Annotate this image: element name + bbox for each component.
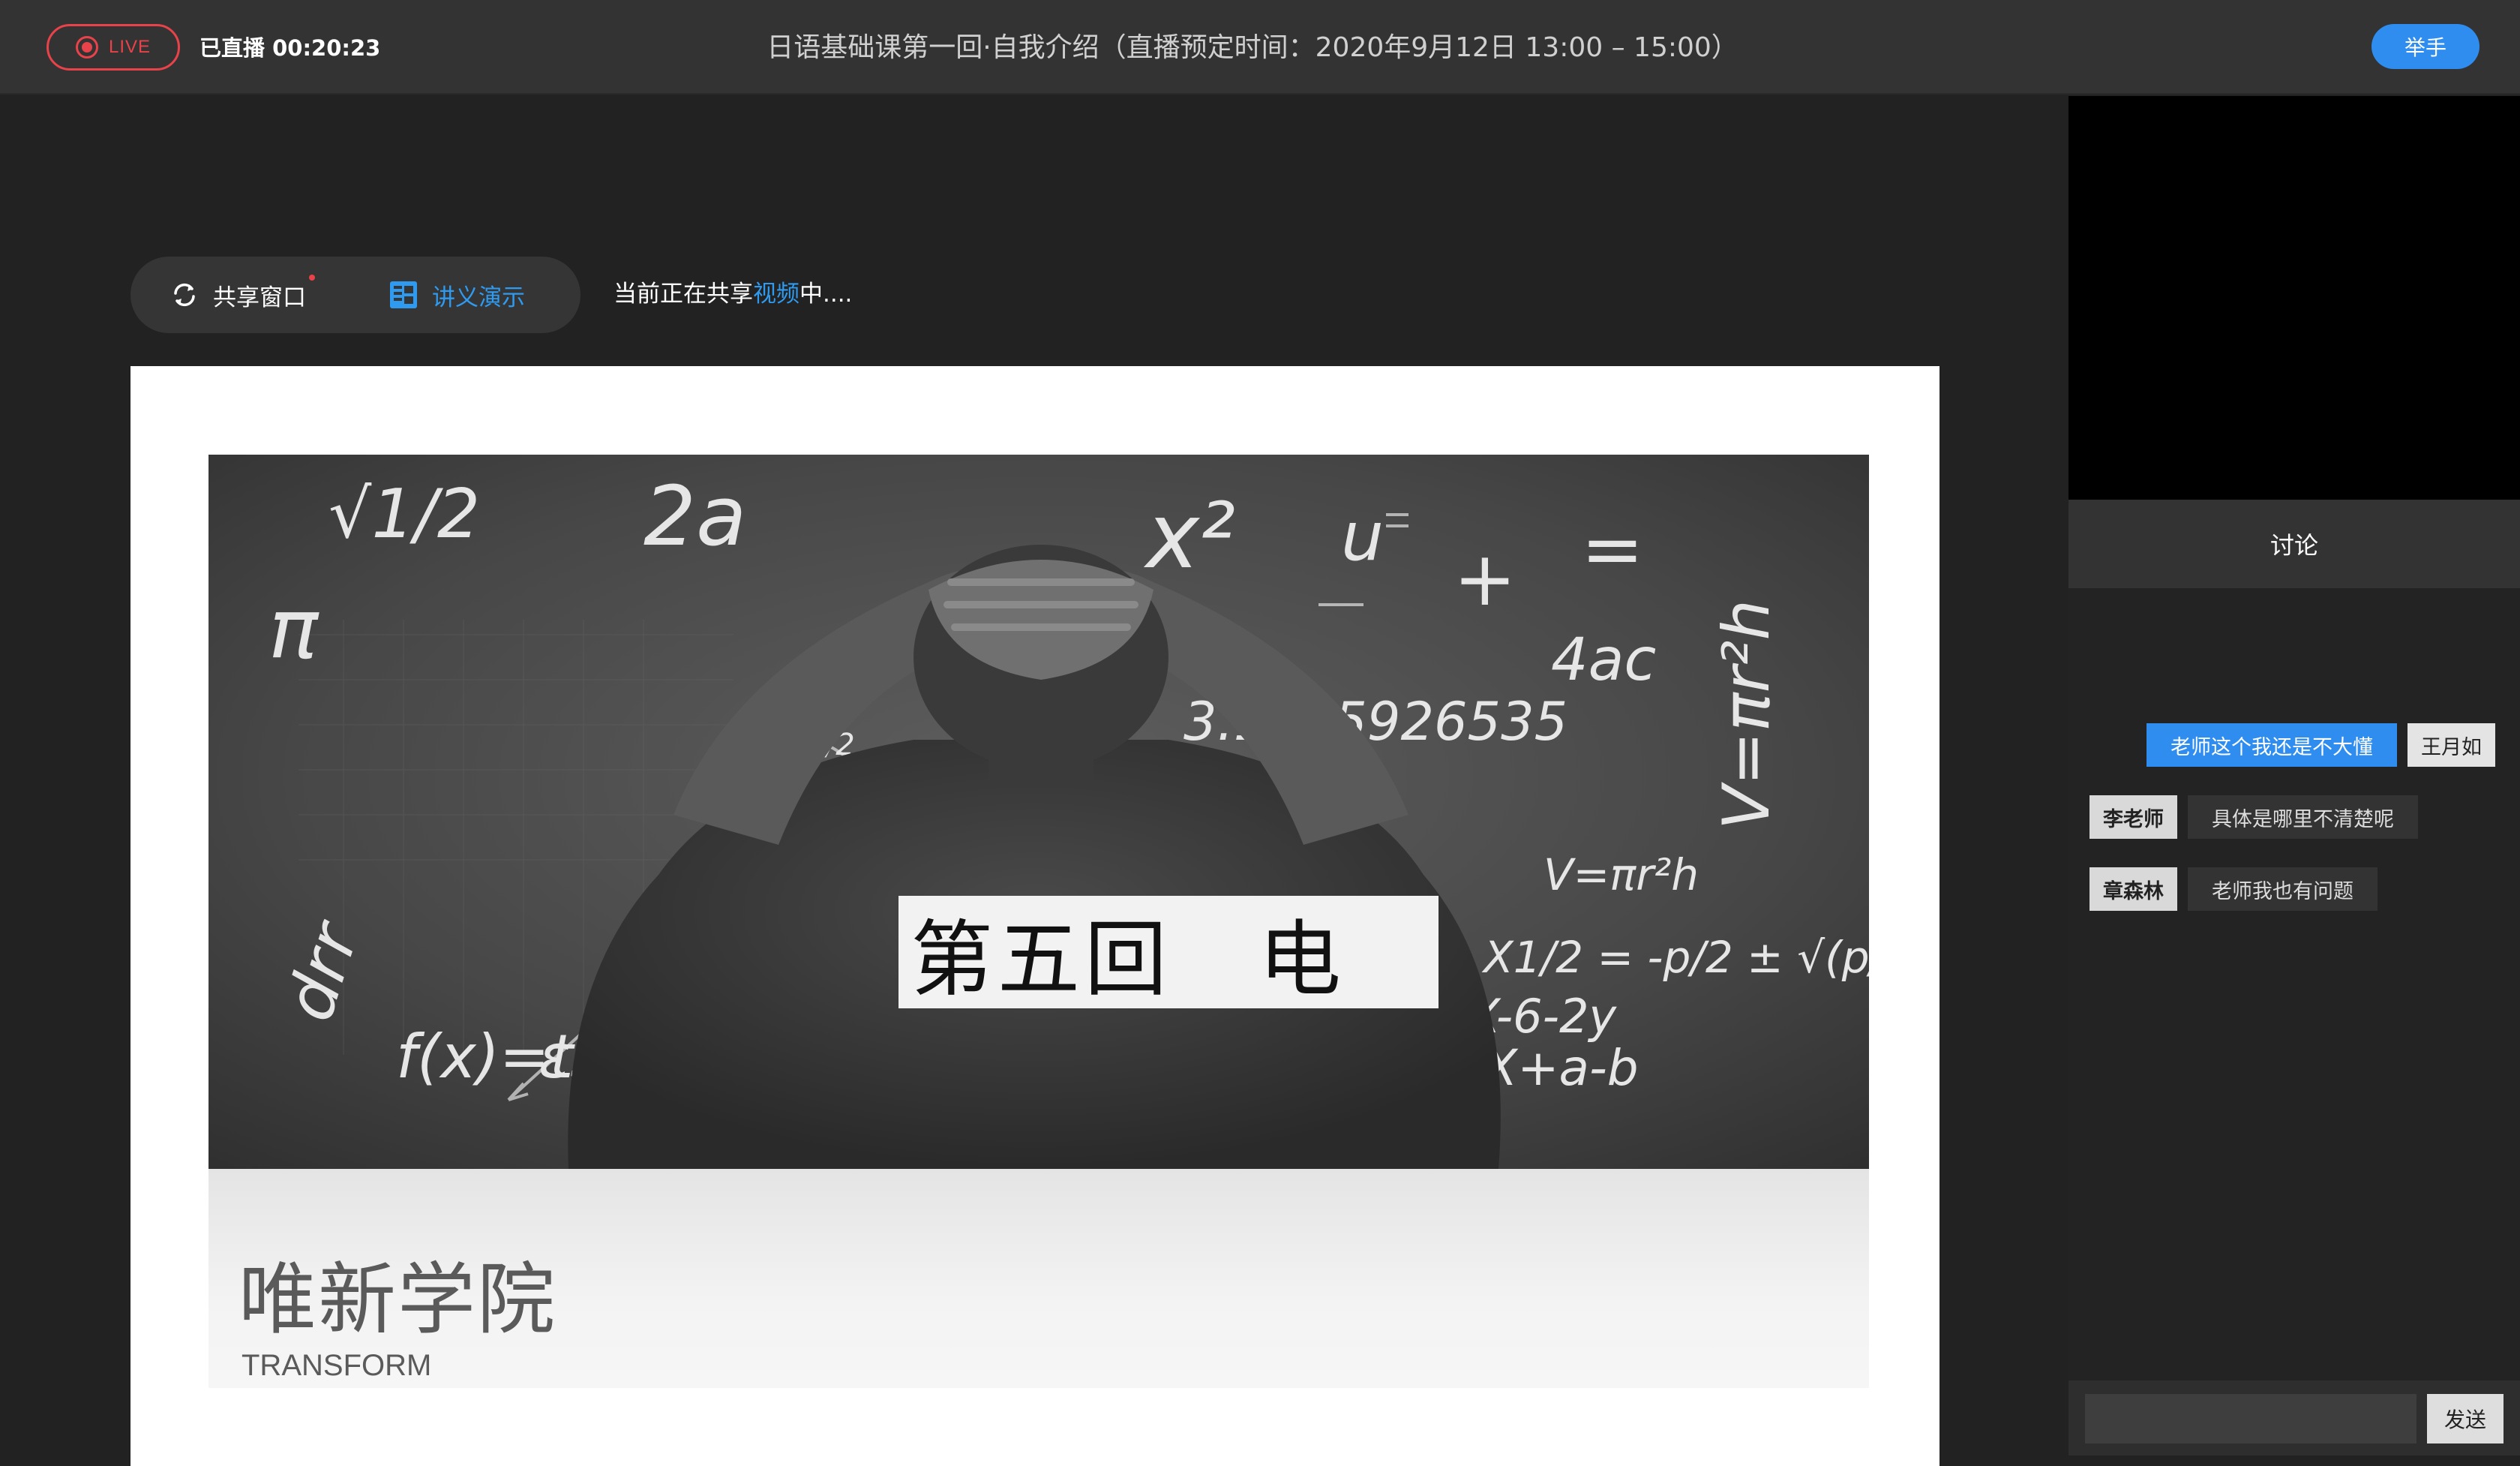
share-window-label: 共享窗口 xyxy=(213,284,306,311)
chalk-text: π xyxy=(268,581,320,677)
notification-dot xyxy=(309,275,315,281)
chalk-text: x² xyxy=(1143,485,1235,589)
top-bar: LIVE 已直播 00:20:23 日语基础课第一回·自我介绍（直播预定时间：2… xyxy=(0,0,2520,95)
slides-icon xyxy=(390,281,417,308)
chalk-text: X+a-b xyxy=(1481,1039,1639,1097)
lecture-button[interactable]: 讲义演示 xyxy=(388,278,525,312)
brand-name-cn: 唯新学院 xyxy=(238,1254,557,1345)
share-status: 当前正在共享视频中.... xyxy=(614,276,852,312)
chat-author: 李老师 xyxy=(2090,795,2177,839)
slide-photo: √1/2 2a x² u + = π 4ac 3.1415926535 Δ1/2… xyxy=(208,455,1869,1169)
lecture-label: 讲义演示 xyxy=(432,284,525,311)
chat-author: 王月如 xyxy=(2408,723,2495,767)
chalk-text: u xyxy=(1341,497,1384,576)
teacher-video xyxy=(2068,96,2520,500)
main-stage: 共享窗口 讲义演示 当前正在共享视频中.... √1/2 2a x² u + =… xyxy=(0,96,2068,1466)
chalk-text: 2a xyxy=(644,468,746,564)
chat-bubble: 具体是哪里不清楚呢 xyxy=(2188,795,2418,839)
page-title: 日语基础课第一回·自我介绍（直播预定时间：2020年9月12日 13:00 – … xyxy=(766,32,1738,63)
chalk-text: 4ac xyxy=(1551,626,1656,694)
chalk-text: √1/2 xyxy=(328,475,480,554)
chalk-text: V=πr²h xyxy=(1544,849,1699,900)
mode-switcher: 共享窗口 讲义演示 xyxy=(130,257,580,333)
slide-caption: 第五回 电 xyxy=(898,896,1438,1008)
send-button[interactable]: 发送 xyxy=(2427,1394,2504,1443)
refresh-icon xyxy=(174,283,195,307)
chat-input-bar: 发送 xyxy=(2068,1380,2520,1455)
share-status-prefix: 当前正在共享 xyxy=(614,281,753,308)
chat-input[interactable] xyxy=(2085,1394,2416,1443)
chat-message-self: 老师这个我还是不大懂 王月如 xyxy=(2146,723,2495,767)
chat-message: 李老师 具体是哪里不清楚呢 xyxy=(2090,795,2418,839)
chat-message: 章森林 老师我也有问题 xyxy=(2090,867,2378,911)
sidebar: 讨论 老师这个我还是不大懂 王月如 李老师 具体是哪里不清楚呢 章森林 老师我也… xyxy=(2068,96,2520,1455)
chalk-text: X1/2 = -p/2 ± √(p/2)²-q xyxy=(1481,932,1869,983)
share-status-suffix: 中.... xyxy=(800,281,853,308)
chalk-text: = xyxy=(1581,505,1644,593)
slide-frame: √1/2 2a x² u + = π 4ac 3.1415926535 Δ1/2… xyxy=(130,366,1940,1466)
chat-author: 章森林 xyxy=(2090,867,2177,911)
chat-bubble: 老师这个我还是不大懂 xyxy=(2146,723,2397,767)
raise-hand-button[interactable]: 举手 xyxy=(2372,24,2480,69)
share-status-highlight: 视频 xyxy=(753,281,800,308)
share-window-button[interactable]: 共享窗口 xyxy=(170,278,306,312)
chalk-text: V=πr²h xyxy=(1709,599,1784,830)
chat-bubble: 老师我也有问题 xyxy=(2188,867,2378,911)
discussion-header: 讨论 xyxy=(2068,500,2520,588)
brand-name-en: TRANSFORM xyxy=(242,1349,432,1382)
chalk-text: + xyxy=(1454,535,1516,623)
chalkboard-image: √1/2 2a x² u + = π 4ac 3.1415926535 Δ1/2… xyxy=(208,455,1869,1169)
chat-list[interactable]: 老师这个我还是不大懂 王月如 李老师 具体是哪里不清楚呢 章森林 老师我也有问题 xyxy=(2068,588,2520,1353)
slide-footer: 唯新学院 TRANSFORM xyxy=(208,1169,1869,1388)
